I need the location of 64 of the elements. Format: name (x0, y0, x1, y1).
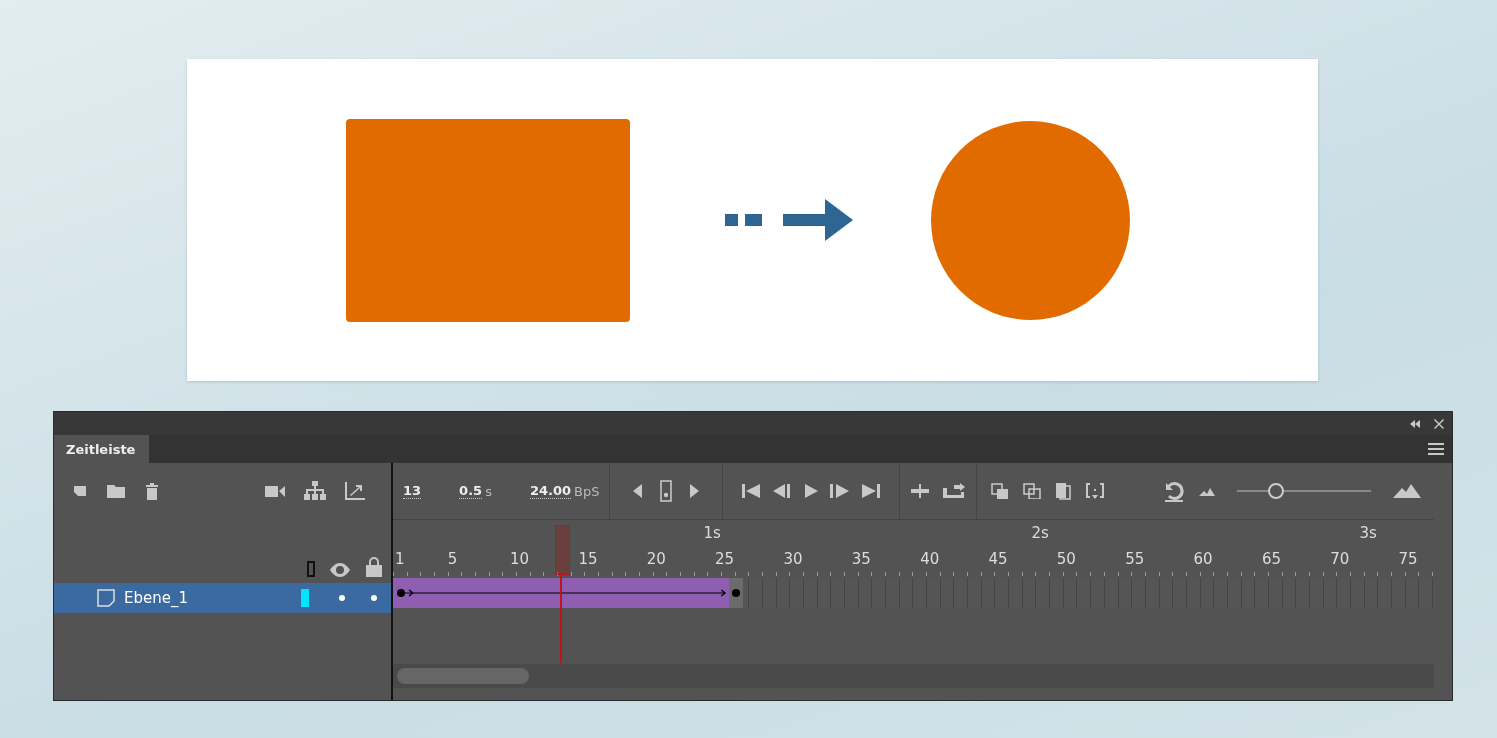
skip-to-start-icon[interactable] (741, 483, 762, 499)
seconds-label: 3s (1359, 524, 1377, 542)
frame-number: 5 (447, 550, 458, 568)
dashed-arrow-icon (725, 199, 853, 241)
visible-dot-icon[interactable] (339, 595, 345, 601)
seconds-label: 1s (703, 524, 721, 542)
current-frame[interactable]: 13 (403, 483, 422, 499)
keyframe-dot-icon (732, 589, 741, 597)
scrollbar-thumb[interactable] (397, 668, 529, 684)
previous-keyframe-icon[interactable] (632, 483, 643, 499)
frame-number: 15 (578, 550, 598, 568)
frame-number: 1 (395, 550, 405, 568)
menu-icon[interactable] (1428, 443, 1444, 455)
frame-number: 10 (510, 550, 530, 568)
onion-outline-icon[interactable] (1023, 483, 1042, 499)
frame-number: 75 (1398, 550, 1418, 568)
layer-row[interactable]: Ebene_1 (54, 583, 391, 613)
frame-number: 50 (1056, 550, 1076, 568)
close-icon[interactable] (1434, 418, 1444, 429)
frame-number: 55 (1125, 550, 1145, 568)
small-mountain-icon[interactable] (1199, 486, 1216, 496)
layer-icon[interactable] (96, 588, 116, 608)
rate-unit: BpS (574, 483, 600, 499)
multiple-frames-icon[interactable] (1055, 482, 1072, 500)
frame-number: 70 (1330, 550, 1350, 568)
frame-number: 45 (988, 550, 1008, 568)
loop-icon[interactable] (942, 483, 967, 499)
panel-tab[interactable]: Zeitleiste (54, 435, 150, 463)
graph-icon[interactable] (344, 481, 366, 501)
hierarchy-icon[interactable] (304, 481, 326, 501)
frame-ruler[interactable]: 1s 2s 3s 1 5 10 15 20 25 30 35 40 45 50 55 60 65 70 75 (393, 519, 1434, 578)
outline-icon[interactable] (307, 561, 315, 577)
unlocked-dot-icon[interactable] (371, 595, 377, 601)
frame-number: 30 (783, 550, 803, 568)
new-layer-icon[interactable] (72, 483, 88, 499)
large-mountain-icon[interactable] (1393, 484, 1422, 498)
frame-rate[interactable]: 24.00 (529, 483, 572, 499)
eye-icon[interactable] (329, 563, 351, 577)
lock-icon[interactable] (365, 557, 383, 577)
frame-number: 35 (851, 550, 871, 568)
center-frame-icon[interactable] (910, 483, 931, 499)
keyframe-icon[interactable] (660, 480, 673, 502)
end-keyframe[interactable] (729, 578, 744, 608)
marker-bracket-icon[interactable] (1085, 482, 1106, 500)
frame-number: 20 (646, 550, 666, 568)
undo-icon[interactable] (1163, 480, 1186, 502)
frame-number: 65 (1261, 550, 1281, 568)
camera-icon[interactable] (264, 483, 286, 499)
layer-name: Ebene_1 (124, 589, 189, 607)
seconds-label: 2s (1031, 524, 1049, 542)
collapse-icon[interactable] (1410, 419, 1420, 428)
next-keyframe-icon[interactable] (690, 483, 701, 499)
time-unit: s (485, 483, 492, 499)
frame-number: 40 (920, 550, 940, 568)
frame-number: 60 (1193, 550, 1213, 568)
frame-number: 25 (715, 550, 735, 568)
slider-thumb[interactable] (1268, 483, 1285, 499)
skip-to-end-icon[interactable] (861, 483, 882, 499)
folder-icon[interactable] (106, 483, 126, 499)
onion-skin-icon[interactable] (991, 483, 1010, 499)
playhead-marker[interactable] (554, 525, 570, 575)
play-icon[interactable] (803, 483, 820, 499)
trash-icon[interactable] (144, 482, 160, 500)
current-time[interactable]: 0.5 (459, 483, 483, 499)
